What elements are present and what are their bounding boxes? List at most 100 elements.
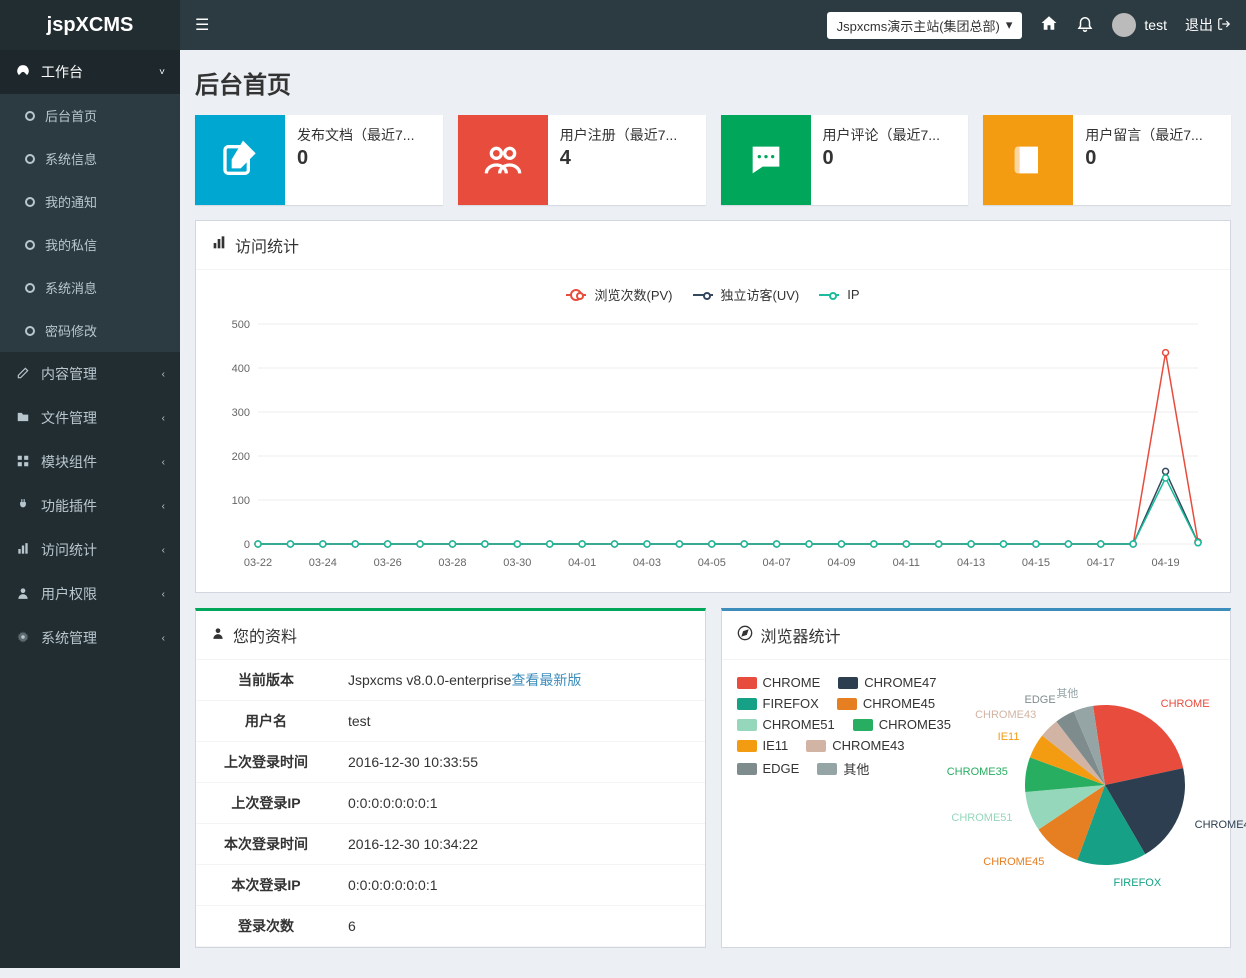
sidebar-label: 用户权限 [41, 584, 97, 604]
sidebar-sub-message[interactable]: 我的私信 [0, 223, 180, 266]
sidebar-item-file[interactable]: 文件管理 ‹ [0, 396, 180, 440]
sidebar-sub-sysmsg[interactable]: 系统消息 [0, 266, 180, 309]
circle-icon [25, 326, 35, 336]
pie-slice-label: CHROME43 [975, 709, 1036, 721]
table-row: 登录次数6 [196, 906, 705, 947]
user-menu[interactable]: test [1112, 13, 1167, 37]
logout-button[interactable]: 退出 [1185, 15, 1231, 35]
home-icon[interactable] [1040, 14, 1058, 37]
legend-label: CHROME51 [763, 717, 835, 732]
pie-legend-item[interactable]: IE11 [737, 738, 789, 753]
legend-uv[interactable]: 独立访客(UV) [693, 285, 800, 304]
profile-key: 本次登录IP [196, 865, 336, 906]
sidebar-sub-sysinfo[interactable]: 系统信息 [0, 137, 180, 180]
panel-body: 当前版本Jspxcms v8.0.0-enterprise查看最新版用户名tes… [196, 660, 705, 947]
user-icon [15, 586, 31, 603]
profile-value: 2016-12-30 10:33:55 [336, 742, 705, 783]
panel-body: .lg-marker:nth-child(1)::after{border-co… [196, 270, 1230, 592]
pie-legend-item[interactable]: CHROME35 [853, 717, 951, 732]
stat-card-comments[interactable]: 用户评论（最近7...0 [721, 115, 969, 205]
visit-stats-panel: 访问统计 .lg-marker:nth-child(1)::after{bord… [195, 220, 1231, 593]
sidebar-toggle-icon[interactable]: ☰ [195, 15, 209, 35]
svg-text:04-03: 04-03 [633, 557, 661, 569]
logo-prefix: jspX [47, 14, 89, 37]
swatch-icon [837, 698, 857, 710]
legend-label: FIREFOX [763, 696, 819, 711]
pie-slice-label: CHROME35 [947, 766, 1008, 778]
stat-card-guestbook[interactable]: 用户留言（最近7...0 [983, 115, 1231, 205]
sidebar-item-module[interactable]: 模块组件 ‹ [0, 440, 180, 484]
swatch-icon [737, 763, 757, 775]
circle-icon [25, 197, 35, 207]
swatch-icon [737, 740, 757, 752]
circle-icon [25, 111, 35, 121]
header: jspXCMS ☰ Jspxcms演示主站(集团总部) ▾ test 退出 [0, 0, 1246, 50]
sidebar-item-plugin[interactable]: 功能插件 ‹ [0, 484, 180, 528]
sidebar-label: 功能插件 [41, 496, 97, 516]
profile-value: 2016-12-30 10:34:22 [336, 824, 705, 865]
legend-ip[interactable]: IP [819, 285, 859, 304]
site-select[interactable]: Jspxcms演示主站(集团总部) ▾ [827, 12, 1023, 39]
stat-value: 4 [560, 147, 694, 170]
sidebar-sub-notify[interactable]: 我的通知 [0, 180, 180, 223]
pie-legend-item[interactable]: CHROME [737, 675, 821, 690]
sidebar-sub-label: 密码修改 [45, 321, 97, 340]
profile-key: 本次登录时间 [196, 824, 336, 865]
profile-value: Jspxcms v8.0.0-enterprise查看最新版 [336, 660, 705, 701]
bars-icon [15, 542, 31, 559]
sidebar-sub-password[interactable]: 密码修改 [0, 309, 180, 352]
bars-icon [211, 235, 227, 256]
chevron-left-icon: ‹ [162, 589, 165, 600]
sidebar-item-workbench[interactable]: 工作台 ˅ [0, 50, 180, 94]
svg-text:04-01: 04-01 [568, 557, 596, 569]
pie-slice-label: IE11 [998, 731, 1020, 743]
sidebar-sub-home[interactable]: 后台首页 [0, 94, 180, 137]
sidebar-item-stats[interactable]: 访问统计 ‹ [0, 528, 180, 572]
pie-legend-item[interactable]: CHROME43 [806, 738, 904, 753]
bell-icon[interactable] [1076, 14, 1094, 37]
stat-card-docs[interactable]: 发布文档（最近7...0 [195, 115, 443, 205]
sidebar-item-user[interactable]: 用户权限 ‹ [0, 572, 180, 616]
table-row: 上次登录IP0:0:0:0:0:0:0:1 [196, 783, 705, 824]
pie-legend-item[interactable]: CHROME51 [737, 717, 835, 732]
book-icon [983, 115, 1073, 205]
svg-text:03-30: 03-30 [503, 557, 531, 569]
chevron-left-icon: ‹ [162, 633, 165, 644]
table-row: 用户名test [196, 701, 705, 742]
chevron-left-icon: ‹ [162, 501, 165, 512]
profile-value: 0:0:0:0:0:0:0:1 [336, 865, 705, 906]
stat-card-users[interactable]: 用户注册（最近7...4 [458, 115, 706, 205]
page-title: 后台首页 [195, 65, 1231, 100]
edit-icon [15, 366, 31, 383]
pie-legend-item[interactable]: FIREFOX [737, 696, 819, 711]
gear-icon [15, 630, 31, 647]
dashboard-icon [15, 64, 31, 81]
sidebar-label: 内容管理 [41, 364, 97, 384]
stat-value: 0 [297, 147, 431, 170]
sidebar-item-content[interactable]: 内容管理 ‹ [0, 352, 180, 396]
profile-panel: 您的资料 当前版本Jspxcms v8.0.0-enterprise查看最新版用… [195, 608, 706, 948]
sidebar-item-system[interactable]: 系统管理 ‹ [0, 616, 180, 660]
check-latest-link[interactable]: 查看最新版 [511, 672, 581, 688]
pie-legend-item[interactable]: 其他 [817, 759, 869, 778]
svg-text:03-26: 03-26 [374, 557, 402, 569]
sidebar-sub-label: 我的私信 [45, 235, 97, 254]
pie-legend-item[interactable]: CHROME45 [837, 696, 935, 711]
pie-legend-item[interactable]: EDGE [737, 759, 800, 778]
edit-icon [195, 115, 285, 205]
legend-label: 独立访客(UV) [721, 285, 800, 304]
legend-pv[interactable]: .lg-marker:nth-child(1)::after{border-co… [566, 285, 672, 304]
logo[interactable]: jspXCMS [0, 0, 180, 50]
grid-icon [15, 454, 31, 471]
svg-text:04-09: 04-09 [827, 557, 855, 569]
pie-slice-label: 其他 [1056, 685, 1078, 701]
sidebar-sub-label: 我的通知 [45, 192, 97, 211]
legend-label: IE11 [763, 738, 789, 753]
stat-cards: 发布文档（最近7...0 用户注册（最近7...4 用户评论（最近7...0 用… [195, 115, 1231, 205]
pie-legend: CHROME CHROME47 FIREFOX CHROME45CHROME51 CHR… [737, 675, 986, 778]
pie-legend-item[interactable]: CHROME47 [838, 675, 936, 690]
line-chart[interactable]: 010020030040050003-2203-2403-2603-2803-3… [211, 314, 1215, 574]
sidebar: 工作台 ˅ 后台首页 系统信息 我的通知 我的私信 系统消息 密码修改 内容管理… [0, 50, 180, 968]
panel-title: 浏览器统计 [761, 623, 841, 647]
sidebar-label: 模块组件 [41, 452, 97, 472]
